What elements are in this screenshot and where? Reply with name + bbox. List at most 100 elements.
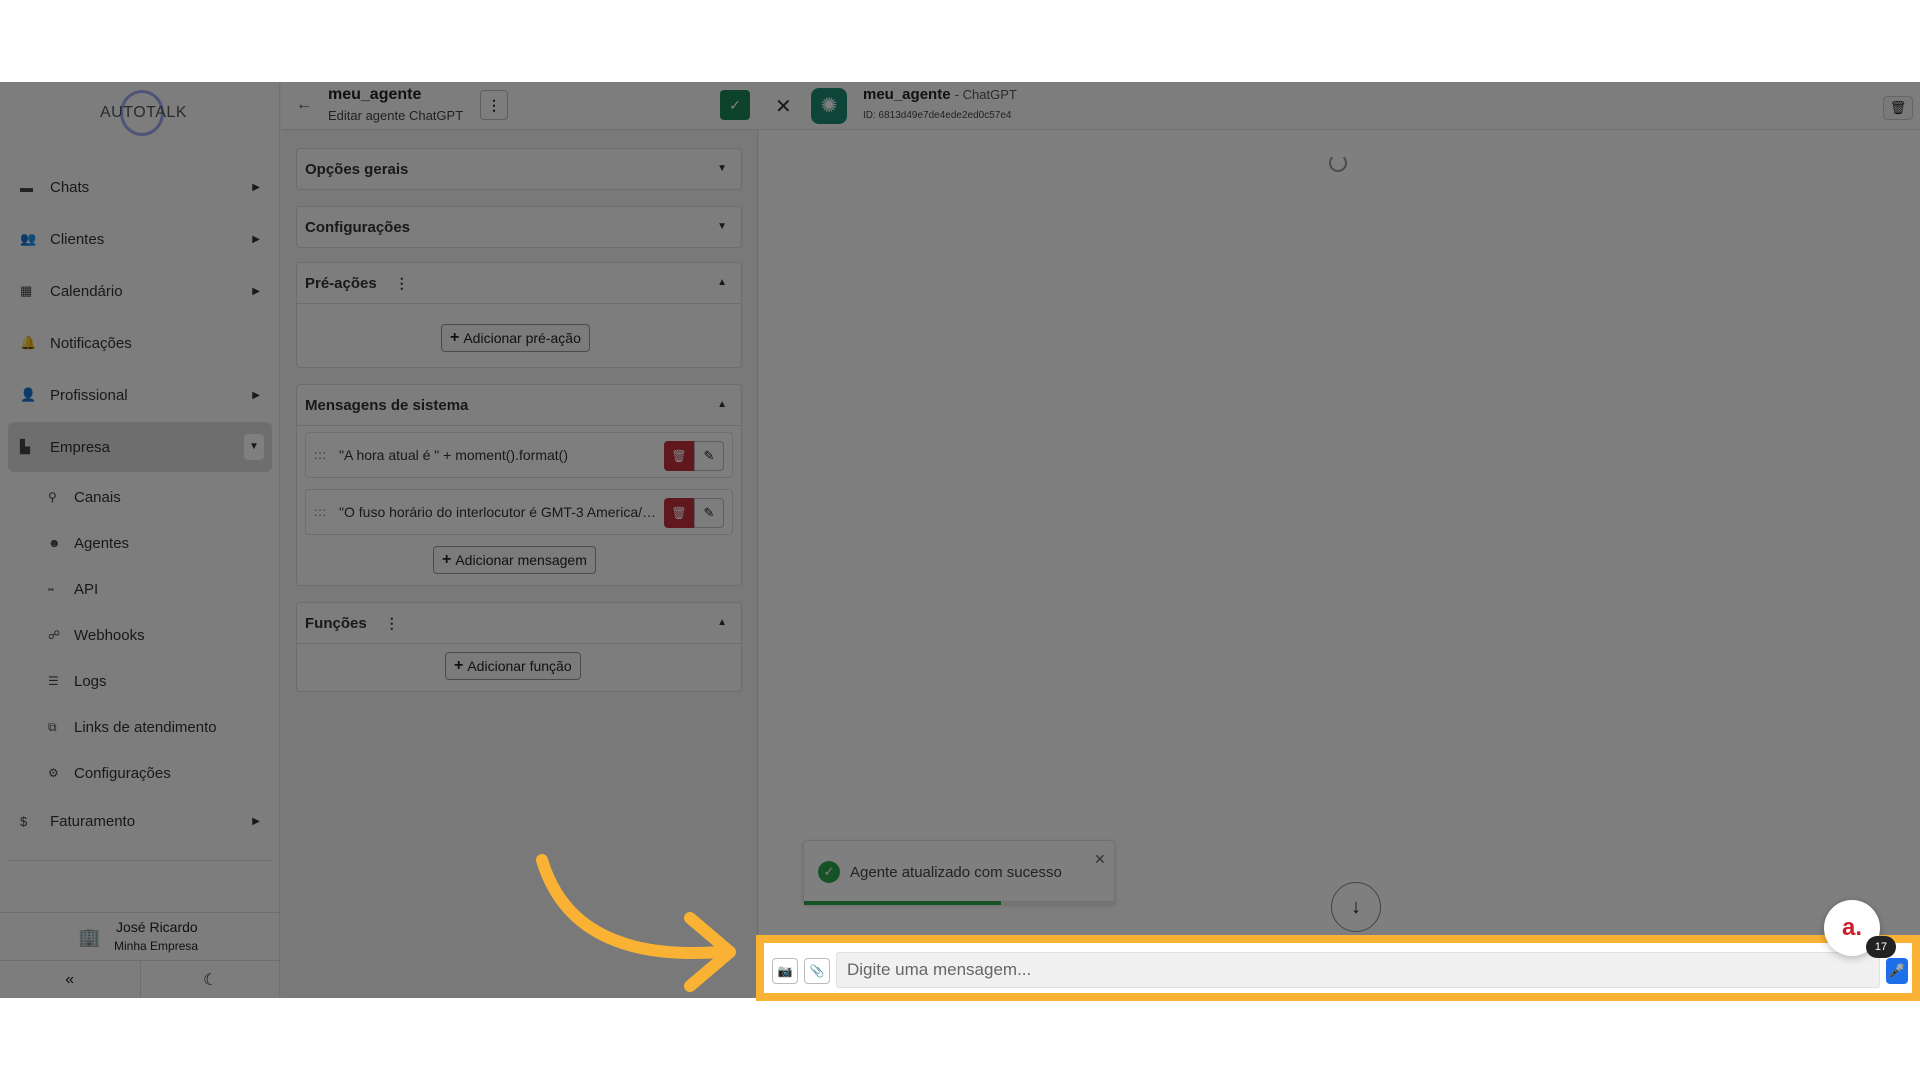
check-circle-icon: ✓ — [818, 861, 840, 883]
sidebar-subitem-logs[interactable]: ☰ Logs — [8, 658, 272, 704]
calendar-icon: ▦ — [20, 283, 33, 298]
paperclip-icon: 📎 — [809, 964, 825, 978]
sidebar-item-notificacoes[interactable]: 🔔 Notificações — [8, 318, 272, 368]
close-toast-icon[interactable]: ✕ — [1094, 851, 1106, 868]
gear-icon: ⚙ — [48, 766, 59, 780]
sidebar-subitem-label: Webhooks — [74, 626, 145, 644]
autotalk-logo[interactable]: AUTOTALK — [100, 90, 187, 136]
microphone-button[interactable]: 🎤 — [1886, 958, 1908, 984]
logo-text: AUTOTALK — [100, 104, 187, 121]
pencil-icon: ✎ — [703, 448, 715, 463]
add-function-button[interactable]: + Adicionar função — [445, 652, 581, 680]
editor-menu-button[interactable]: ⋮ — [480, 90, 508, 120]
caret-right-icon: ▶ — [252, 233, 260, 245]
plus-icon: + — [454, 657, 464, 674]
api-icon: ▪▪ — [48, 584, 54, 594]
user-box: 🏢 José Ricardo Minha Empresa « ☾ — [0, 912, 280, 998]
section-general[interactable]: Opções gerais ▼ — [296, 148, 742, 190]
chat-panel: ✕ ✺ meu_agente - ChatGPT ID: 6813d49e7de… — [759, 82, 1920, 998]
caret-down-icon[interactable]: ▼ — [244, 434, 264, 460]
system-message-text: "O fuso horário do interlocutor é GMT-3 … — [339, 504, 660, 520]
delete-message-button[interactable]: 🗑 — [664, 498, 694, 528]
chat-agent-name: meu_agente — [863, 86, 951, 103]
save-agent-button[interactable]: ✓ — [720, 90, 750, 120]
sidebar-nav: ▬ Chats ▶ 👥 Clientes ▶ ▦ Calendário ▶ 🔔 … — [8, 162, 272, 848]
plus-icon: + — [442, 551, 452, 568]
close-icon[interactable]: ✕ — [775, 94, 792, 119]
vertical-dots-icon[interactable]: ⋮ — [395, 275, 409, 292]
collapse-sidebar-button[interactable]: « — [0, 961, 141, 998]
sidebar-item-chats[interactable]: ▬ Chats ▶ — [8, 162, 272, 212]
section-pre-actions-body: + Adicionar pré-ação — [297, 303, 741, 367]
building-icon: ▙ — [20, 439, 30, 454]
sidebar-item-calendario[interactable]: ▦ Calendário ▶ — [8, 266, 272, 316]
sidebar-subitem-label: API — [74, 580, 99, 598]
sidebar-item-label: Calendário — [50, 282, 123, 300]
sidebar-subitem-links[interactable]: ⧉ Links de atendimento — [8, 704, 272, 750]
sidebar-item-label: Faturamento — [50, 812, 136, 830]
app-window: AUTOTALK ▬ Chats ▶ 👥 Clientes ▶ ▦ Calend… — [0, 82, 1920, 998]
section-system-messages-body: ::: "A hora atual é " + moment().format(… — [297, 425, 741, 585]
drag-handle-icon[interactable]: ::: — [314, 448, 327, 462]
user-actions: « ☾ — [0, 961, 280, 998]
sidebar-item-profissional[interactable]: 👤 Profissional ▶ — [8, 370, 272, 420]
system-message-row[interactable]: ::: "A hora atual é " + moment().format(… — [305, 432, 733, 478]
editor-header: ← meu_agente Editar agente ChatGPT ⋮ ✓ — [282, 82, 758, 130]
section-general-header[interactable]: Opções gerais ▼ — [297, 149, 741, 189]
user-info[interactable]: 🏢 José Ricardo Minha Empresa — [0, 913, 280, 961]
section-functions-header[interactable]: Funções ⋮ ▲ — [297, 603, 741, 643]
external-link-icon: ⧉ — [48, 719, 57, 734]
sidebar-subitem-agentes[interactable]: ☻ Agentes — [8, 520, 272, 566]
drag-handle-icon[interactable]: ::: — [314, 505, 327, 519]
caret-right-icon: ▶ — [252, 285, 260, 297]
users-icon: 👥 — [20, 231, 37, 246]
toast-progress-bar — [804, 901, 1001, 905]
sidebar-subitem-configuracoes[interactable]: ⚙ Configurações — [8, 750, 272, 796]
edit-message-button[interactable]: ✎ — [694, 441, 724, 471]
sidebar-subitem-api[interactable]: ▪▪ API — [8, 566, 272, 612]
sidebar-item-label: Empresa — [50, 438, 111, 456]
chat-agent-id: ID: 6813d49e7de4ede2ed0c57e4 — [863, 110, 1012, 121]
system-message-row[interactable]: ::: "O fuso horário do interlocutor é GM… — [305, 489, 733, 535]
chatgpt-logo-icon: ✺ — [811, 88, 847, 124]
section-pre-actions-header[interactable]: Pré-ações ⋮ ▲ — [297, 263, 741, 303]
caret-right-icon: ▶ — [252, 815, 260, 827]
section-config-header[interactable]: Configurações ▼ — [297, 207, 741, 247]
sidebar-item-faturamento[interactable]: $ Faturamento ▶ — [8, 796, 272, 846]
annotation-arrow-icon — [536, 854, 736, 992]
dark-mode-button[interactable]: ☾ — [141, 961, 281, 998]
arrow-down-icon: ↓ — [1351, 896, 1361, 918]
moon-icon: ☾ — [203, 972, 218, 989]
edit-message-button[interactable]: ✎ — [694, 498, 724, 528]
caret-up-icon: ▲ — [717, 399, 727, 410]
section-system-messages-header[interactable]: Mensagens de sistema ▲ — [297, 385, 741, 425]
plug-icon: ⚲ — [48, 490, 57, 504]
chat-model-label: - ChatGPT — [954, 87, 1017, 102]
trash-icon: 🗑 — [671, 449, 687, 463]
scroll-down-button[interactable]: ↓ — [1331, 882, 1381, 932]
section-config[interactable]: Configurações ▼ — [296, 206, 742, 248]
clear-chat-button[interactable]: 🗑 — [1883, 96, 1913, 120]
chat-header: ✕ ✺ meu_agente - ChatGPT ID: 6813d49e7de… — [759, 82, 1920, 130]
sidebar-subitem-label: Configurações — [74, 764, 171, 782]
section-title: Funções — [305, 614, 367, 632]
attach-button[interactable]: 📎 — [804, 958, 830, 984]
sidebar-subitem-canais[interactable]: ⚲ Canais — [8, 474, 272, 520]
assistant-fab-logo: a. — [1841, 914, 1862, 941]
vertical-dots-icon[interactable]: ⋮ — [385, 615, 399, 632]
back-arrow-icon[interactable]: ← — [296, 96, 312, 114]
sidebar-item-empresa[interactable]: ▙ Empresa ▼ — [8, 422, 272, 472]
sidebar-subitem-webhooks[interactable]: ☍ Webhooks — [8, 612, 272, 658]
camera-button[interactable]: 📷 — [772, 958, 798, 984]
sidebar: AUTOTALK ▬ Chats ▶ 👥 Clientes ▶ ▦ Calend… — [0, 82, 280, 998]
sidebar-item-clientes[interactable]: 👥 Clientes ▶ — [8, 214, 272, 264]
loading-spinner-icon — [1329, 154, 1347, 172]
add-pre-action-button[interactable]: + Adicionar pré-ação — [441, 324, 590, 352]
caret-down-icon: ▼ — [717, 163, 727, 174]
sidebar-subitem-label: Agentes — [74, 534, 130, 552]
add-message-button[interactable]: + Adicionar mensagem — [433, 546, 596, 574]
company-building-icon: 🏢 — [78, 927, 101, 947]
delete-message-button[interactable]: 🗑 — [664, 441, 694, 471]
editor-subtitle: Editar agente ChatGPT — [328, 108, 464, 123]
message-input[interactable] — [836, 952, 1880, 988]
